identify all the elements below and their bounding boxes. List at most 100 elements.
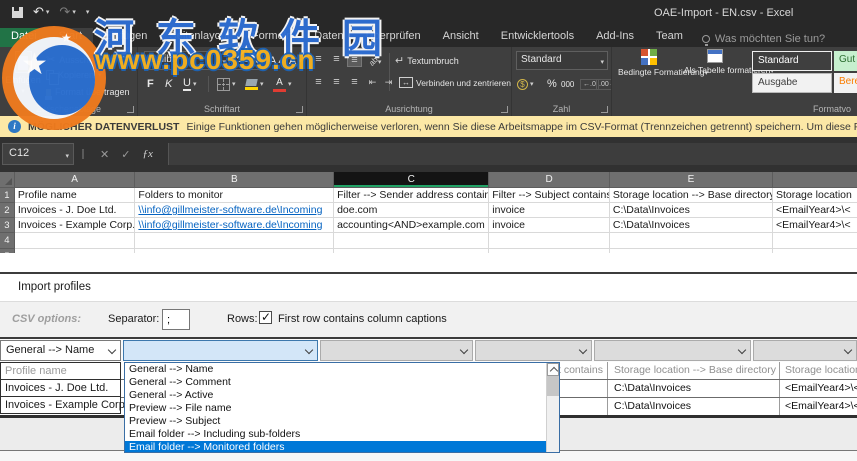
tab-seitenlayout[interactable]: Seitenlayout [158, 28, 241, 47]
underline-button[interactable]: U ▾ [180, 74, 199, 94]
cell-f1[interactable]: Storage location [772, 188, 857, 203]
qat-customize-button[interactable]: ▾ [86, 8, 90, 16]
storage-location-cell[interactable]: <EmailYear4>\< [785, 397, 857, 415]
dialog-launcher-icon[interactable] [501, 106, 508, 113]
dropdown-item[interactable]: General --> Name [125, 363, 546, 376]
dialog-launcher-icon[interactable] [601, 106, 608, 113]
number-format-combo[interactable]: Standard ▾ [516, 51, 608, 70]
wrap-text-button[interactable]: ↵ Textumbruch [395, 54, 459, 67]
format-as-table-button[interactable]: Als Tabelle formatieren▾ [684, 49, 774, 97]
base-directory-cell[interactable]: C:\Data\Invoices [614, 379, 776, 397]
cell-e1[interactable]: Storage location --> Base directory [609, 188, 773, 203]
row-header[interactable]: 1 [0, 188, 15, 203]
row-header[interactable]: 4 [0, 233, 15, 249]
thousands-button[interactable]: 000 [558, 74, 577, 94]
row-header[interactable]: 3 [0, 218, 15, 233]
dropdown-item[interactable]: Email folder --> Including sub-folders [125, 428, 546, 441]
enter-icon[interactable]: ✓ [121, 148, 130, 161]
tab-addins[interactable]: Add-Ins [585, 28, 645, 47]
cell-style-berechnung[interactable]: Berec [834, 73, 857, 93]
cell-b3-hyperlink[interactable]: \\info@gillmeister-software.de\Incoming [135, 218, 335, 233]
col-header-d[interactable]: D [489, 172, 610, 188]
undo-button[interactable]: ↶ ▾ [33, 4, 49, 20]
first-row-checkbox[interactable] [259, 310, 272, 324]
tell-me[interactable]: Was möchten Sie tun? [694, 28, 833, 47]
mapping-combo-5[interactable] [594, 340, 751, 361]
redo-button[interactable]: ↷ ▾ [59, 4, 75, 20]
cut-button[interactable]: ✂ Ausschneiden [46, 53, 116, 66]
copy-button[interactable]: Kopieren ▾ [46, 70, 102, 85]
tab-team[interactable]: Team [645, 28, 694, 47]
cell-style-ausgabe[interactable]: Ausgabe [752, 73, 832, 93]
cell-f4[interactable] [772, 233, 857, 249]
cell-b1[interactable]: Folders to monitor [135, 188, 335, 203]
cell-d4[interactable] [489, 233, 610, 249]
mapping-combo-3[interactable] [320, 340, 473, 361]
decrease-indent-button[interactable]: ⇤ [365, 76, 380, 90]
cell-style-standard[interactable]: Standard [752, 51, 832, 71]
dialog-launcher-icon[interactable] [296, 106, 303, 113]
mapping-combo-1[interactable]: General --> Name [0, 340, 121, 361]
tab-datei[interactable]: Datei [0, 28, 48, 47]
grow-font-button[interactable]: A ▴ [266, 51, 285, 71]
select-all-corner[interactable] [0, 172, 15, 188]
cell-b2-hyperlink[interactable]: \\info@gillmeister-software.de\Incoming [135, 203, 335, 218]
cell-d3[interactable]: invoice [489, 218, 610, 233]
cell-a4[interactable] [14, 233, 136, 249]
align-right-button[interactable]: ≡ [347, 76, 362, 90]
row-header[interactable]: 2 [0, 203, 15, 218]
dropdown-item[interactable]: General --> Comment [125, 376, 546, 389]
tab-einfuegen[interactable]: Einfügen [93, 28, 158, 47]
font-size-combo[interactable]: 11 ▾ [233, 51, 263, 70]
conditional-formatting-button[interactable]: Bedingte Formatierung▾ [618, 49, 708, 97]
formula-input[interactable] [168, 143, 857, 165]
dropdown-item[interactable]: Preview --> Subject [125, 415, 546, 428]
profile-row[interactable]: Invoices - J. Doe Ltd. [0, 379, 121, 397]
mapping-combo-6[interactable] [753, 340, 857, 361]
align-middle-button[interactable]: ≡ [329, 53, 344, 67]
scrollbar-thumb[interactable] [547, 376, 559, 396]
align-left-button[interactable]: ≡ [311, 76, 326, 90]
merge-center-button[interactable]: ↔ Verbinden und zentrieren ▾ [399, 77, 511, 88]
accounting-format-button[interactable]: $ ▾ [514, 74, 537, 94]
increase-indent-button[interactable]: ⇥ [381, 76, 396, 90]
storage-location-cell[interactable]: <EmailYear4>\< [785, 379, 857, 397]
cell-f3[interactable]: <EmailYear4>\< [772, 218, 857, 233]
tab-daten[interactable]: Daten [303, 28, 354, 47]
cell-c2[interactable]: doe.com [334, 203, 490, 218]
insert-function-icon[interactable]: ƒx [142, 148, 152, 160]
cell-a2[interactable]: Invoices - J. Doe Ltd. [14, 203, 136, 218]
format-painter-button[interactable]: Format übertragen [45, 87, 130, 100]
col-header-c[interactable]: C [334, 172, 490, 188]
align-top-button[interactable]: ≡ [311, 53, 326, 67]
mapping-combo-4[interactable] [475, 340, 592, 361]
dropdown-item[interactable]: General --> Active [125, 389, 546, 402]
dropdown-item-selected[interactable]: Email folder --> Monitored folders [125, 441, 546, 452]
save-button[interactable] [12, 6, 23, 18]
tab-start[interactable]: Start [47, 28, 93, 47]
cell-d1[interactable]: Filter --> Subject contains [489, 188, 610, 203]
cell-f2[interactable]: <EmailYear4>\< [772, 203, 857, 218]
base-directory-cell[interactable]: C:\Data\Invoices [614, 397, 776, 415]
cell-style-gut[interactable]: Gut [834, 51, 857, 71]
scroll-up-icon[interactable] [547, 363, 559, 376]
cell-e3[interactable]: C:\Data\Invoices [609, 218, 773, 233]
shrink-font-button[interactable]: A ▾ [286, 51, 305, 71]
cell-d2[interactable]: invoice [489, 203, 610, 218]
tab-entwicklertools[interactable]: Entwicklertools [490, 28, 585, 47]
cell-e2[interactable]: C:\Data\Invoices [609, 203, 773, 218]
cancel-icon[interactable]: ✕ [100, 148, 109, 161]
cell-a1[interactable]: Profile name [14, 188, 136, 203]
decrease-decimal-button[interactable]: .00→ [596, 74, 611, 94]
font-color-button[interactable]: A ▾ [270, 74, 295, 94]
mapping-combo-2-focused[interactable] [123, 340, 318, 361]
name-box[interactable]: C12 ▾ [2, 143, 74, 165]
tab-ansicht[interactable]: Ansicht [432, 28, 490, 47]
cell-e4[interactable] [609, 233, 773, 249]
cell-a3[interactable]: Invoices - Example Corp. [14, 218, 136, 233]
cell-c3[interactable]: accounting<AND>example.com [334, 218, 490, 233]
tab-formeln[interactable]: Formeln [241, 28, 303, 47]
dialog-launcher-icon[interactable] [127, 106, 134, 113]
font-name-combo[interactable]: Calibri ▾ [144, 51, 230, 70]
dropdown-item[interactable]: Preview --> File name [125, 402, 546, 415]
